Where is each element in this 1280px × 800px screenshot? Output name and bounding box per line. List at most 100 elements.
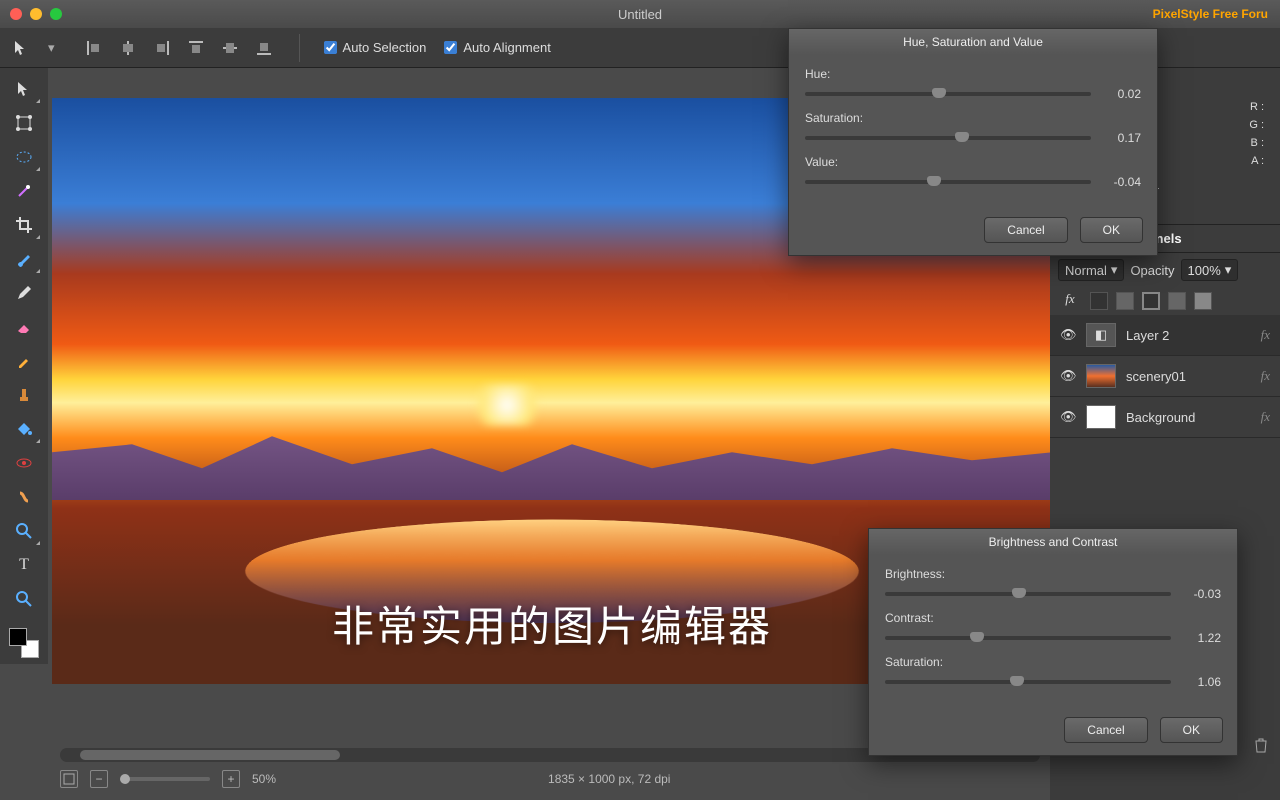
ok-button[interactable]: OK <box>1080 217 1143 243</box>
align-bottom-button[interactable] <box>253 37 275 59</box>
delete-layer-button[interactable] <box>1252 736 1270 754</box>
brightness-value: -0.03 <box>1181 587 1221 601</box>
fx-button[interactable]: fx <box>1060 291 1080 311</box>
visibility-icon[interactable]: 👁 <box>1060 327 1076 343</box>
layer-name: Background <box>1126 410 1195 425</box>
foreground-color-swatch[interactable] <box>9 628 27 646</box>
cancel-button[interactable]: Cancel <box>984 217 1067 243</box>
blend-mode-value: Normal <box>1065 263 1107 278</box>
move-tool-indicator-icon <box>12 39 30 57</box>
ok-button[interactable]: OK <box>1160 717 1223 743</box>
move-tool[interactable] <box>7 74 41 104</box>
cancel-button[interactable]: Cancel <box>1064 717 1147 743</box>
canvas-overlay-text: 非常实用的图片编辑器 <box>332 593 772 654</box>
contrast-value: 1.22 <box>1181 631 1221 645</box>
text-tool[interactable]: T <box>7 550 41 580</box>
mode-button-4[interactable] <box>1168 292 1186 310</box>
saturation-value-2: 1.06 <box>1181 675 1221 689</box>
value-slider[interactable] <box>805 180 1091 184</box>
brush-tool[interactable] <box>7 244 41 274</box>
eyedropper-tool[interactable] <box>7 346 41 376</box>
hue-slider[interactable] <box>805 92 1091 96</box>
auto-alignment-label: Auto Alignment <box>463 40 550 55</box>
saturation-slider[interactable] <box>805 136 1091 140</box>
hue-value: 0.02 <box>1101 87 1141 101</box>
pencil-tool[interactable] <box>7 278 41 308</box>
value-label: Value: <box>805 155 1141 169</box>
opacity-select[interactable]: 100% ▾ <box>1181 259 1239 281</box>
visibility-icon[interactable]: 👁 <box>1060 368 1076 384</box>
zoom-slider[interactable] <box>120 777 210 781</box>
auto-alignment-input[interactable] <box>444 41 457 54</box>
marquee-tool[interactable] <box>7 142 41 172</box>
chevron-down-icon: ▾ <box>1225 262 1232 278</box>
color-swatches[interactable] <box>9 628 39 658</box>
close-window-button[interactable] <box>10 8 22 20</box>
clone-stamp-tool[interactable] <box>7 380 41 410</box>
fx-indicator-icon[interactable]: fx <box>1261 409 1270 425</box>
align-hcenter-button[interactable] <box>117 37 139 59</box>
traffic-lights <box>10 8 62 20</box>
layer-row[interactable]: 👁 ◧ Layer 2 fx <box>1050 315 1280 356</box>
contrast-label: Contrast: <box>885 611 1221 625</box>
auto-selection-input[interactable] <box>324 41 337 54</box>
toolbox: T <box>0 68 48 664</box>
minimize-window-button[interactable] <box>30 8 42 20</box>
document-dimensions: 1835 × 1000 px, 72 dpi <box>548 772 670 786</box>
align-left-button[interactable] <box>83 37 105 59</box>
layer-row[interactable]: 👁 scenery01 fx <box>1050 356 1280 397</box>
blend-mode-select[interactable]: Normal ▾ <box>1058 259 1124 281</box>
mode-button-2[interactable] <box>1116 292 1134 310</box>
separator <box>299 34 300 62</box>
layer-name: Layer 2 <box>1126 328 1169 343</box>
magic-wand-tool[interactable] <box>7 176 41 206</box>
saturation-value: 0.17 <box>1101 131 1141 145</box>
value-value: -0.04 <box>1101 175 1141 189</box>
auto-selection-checkbox[interactable]: Auto Selection <box>324 40 427 55</box>
auto-alignment-checkbox[interactable]: Auto Alignment <box>444 40 550 55</box>
fx-indicator-icon[interactable]: fx <box>1261 327 1270 343</box>
smudge-tool[interactable] <box>7 482 41 512</box>
fx-indicator-icon[interactable]: fx <box>1261 368 1270 384</box>
saturation-slider-2[interactable] <box>885 680 1171 684</box>
zoom-window-button[interactable] <box>50 8 62 20</box>
align-buttons <box>83 37 275 59</box>
brightness-slider[interactable] <box>885 592 1171 596</box>
auto-selection-label: Auto Selection <box>343 40 427 55</box>
dropdown-caret-icon[interactable]: ▾ <box>48 40 55 56</box>
visibility-icon[interactable]: 👁 <box>1060 409 1076 425</box>
align-right-button[interactable] <box>151 37 173 59</box>
transform-tool[interactable] <box>7 108 41 138</box>
layer-thumbnail <box>1086 364 1116 388</box>
align-top-button[interactable] <box>185 37 207 59</box>
hue-label: Hue: <box>805 67 1141 81</box>
contrast-slider[interactable] <box>885 636 1171 640</box>
fit-screen-button[interactable] <box>60 770 78 788</box>
layer-thumbnail: ◧ <box>1086 323 1116 347</box>
dialog-title: Hue, Saturation and Value <box>789 29 1157 55</box>
zoom-tool[interactable] <box>7 516 41 546</box>
opacity-label: Opacity <box>1130 263 1174 278</box>
opacity-value: 100% <box>1188 263 1221 278</box>
forum-link[interactable]: PixelStyle Free Foru <box>1153 7 1268 21</box>
hand-tool[interactable] <box>7 584 41 614</box>
mode-button-3[interactable] <box>1142 292 1160 310</box>
red-eye-tool[interactable] <box>7 448 41 478</box>
chevron-down-icon: ▾ <box>1111 262 1118 278</box>
eraser-tool[interactable] <box>7 312 41 342</box>
canvas-graphic <box>472 385 542 425</box>
fill-tool[interactable] <box>7 414 41 444</box>
brightness-contrast-dialog[interactable]: Brightness and Contrast Brightness: -0.0… <box>868 528 1238 756</box>
align-vcenter-button[interactable] <box>219 37 241 59</box>
mode-button-1[interactable] <box>1090 292 1108 310</box>
hsv-dialog[interactable]: Hue, Saturation and Value Hue: 0.02 Satu… <box>788 28 1158 256</box>
brightness-label: Brightness: <box>885 567 1221 581</box>
zoom-in-button[interactable]: + <box>222 770 240 788</box>
saturation-label-2: Saturation: <box>885 655 1221 669</box>
zoom-percent: 50% <box>252 772 276 786</box>
crop-tool[interactable] <box>7 210 41 240</box>
layer-row[interactable]: 👁 Background fx <box>1050 397 1280 438</box>
zoom-out-button[interactable]: − <box>90 770 108 788</box>
mode-button-5[interactable] <box>1194 292 1212 310</box>
scrollbar-thumb[interactable] <box>80 750 340 760</box>
